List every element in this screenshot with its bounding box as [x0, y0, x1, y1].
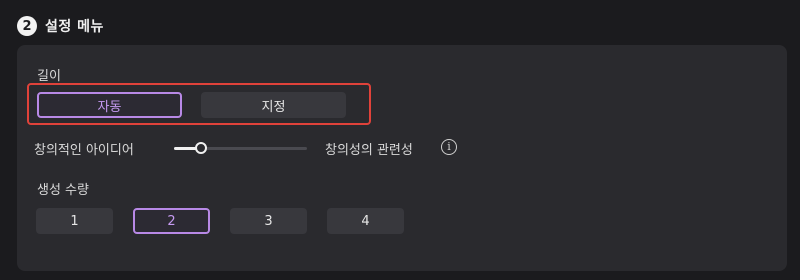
length-manual-button[interactable]: 지정: [201, 92, 346, 118]
count-label: 생성 수량: [37, 183, 89, 198]
count-option-3[interactable]: 3: [230, 208, 307, 234]
length-auto-button[interactable]: 자동: [37, 92, 182, 118]
slider-thumb[interactable]: [194, 142, 207, 154]
count-option-1[interactable]: 1: [36, 208, 113, 234]
section-title: 설정 메뉴: [45, 19, 104, 35]
info-icon[interactable]: i: [441, 139, 457, 155]
settings-screen: 2 설정 메뉴 길이 자동 지정 창의적인 아이디어 창의성의 관련성 i 생성…: [0, 0, 800, 280]
count-option-4[interactable]: 4: [327, 208, 404, 234]
count-option-2[interactable]: 2: [133, 208, 210, 234]
settings-panel: 길이 자동 지정 창의적인 아이디어 창의성의 관련성 i 생성 수량 1 2 …: [17, 45, 787, 271]
section-header: 2 설정 메뉴: [17, 16, 104, 36]
creativity-slider[interactable]: [174, 141, 307, 155]
step-number-badge: 2: [17, 16, 37, 36]
length-label: 길이: [37, 69, 61, 84]
creativity-right-label: 창의성의 관련성: [325, 143, 413, 158]
creativity-left-label: 창의적인 아이디어: [34, 143, 134, 158]
